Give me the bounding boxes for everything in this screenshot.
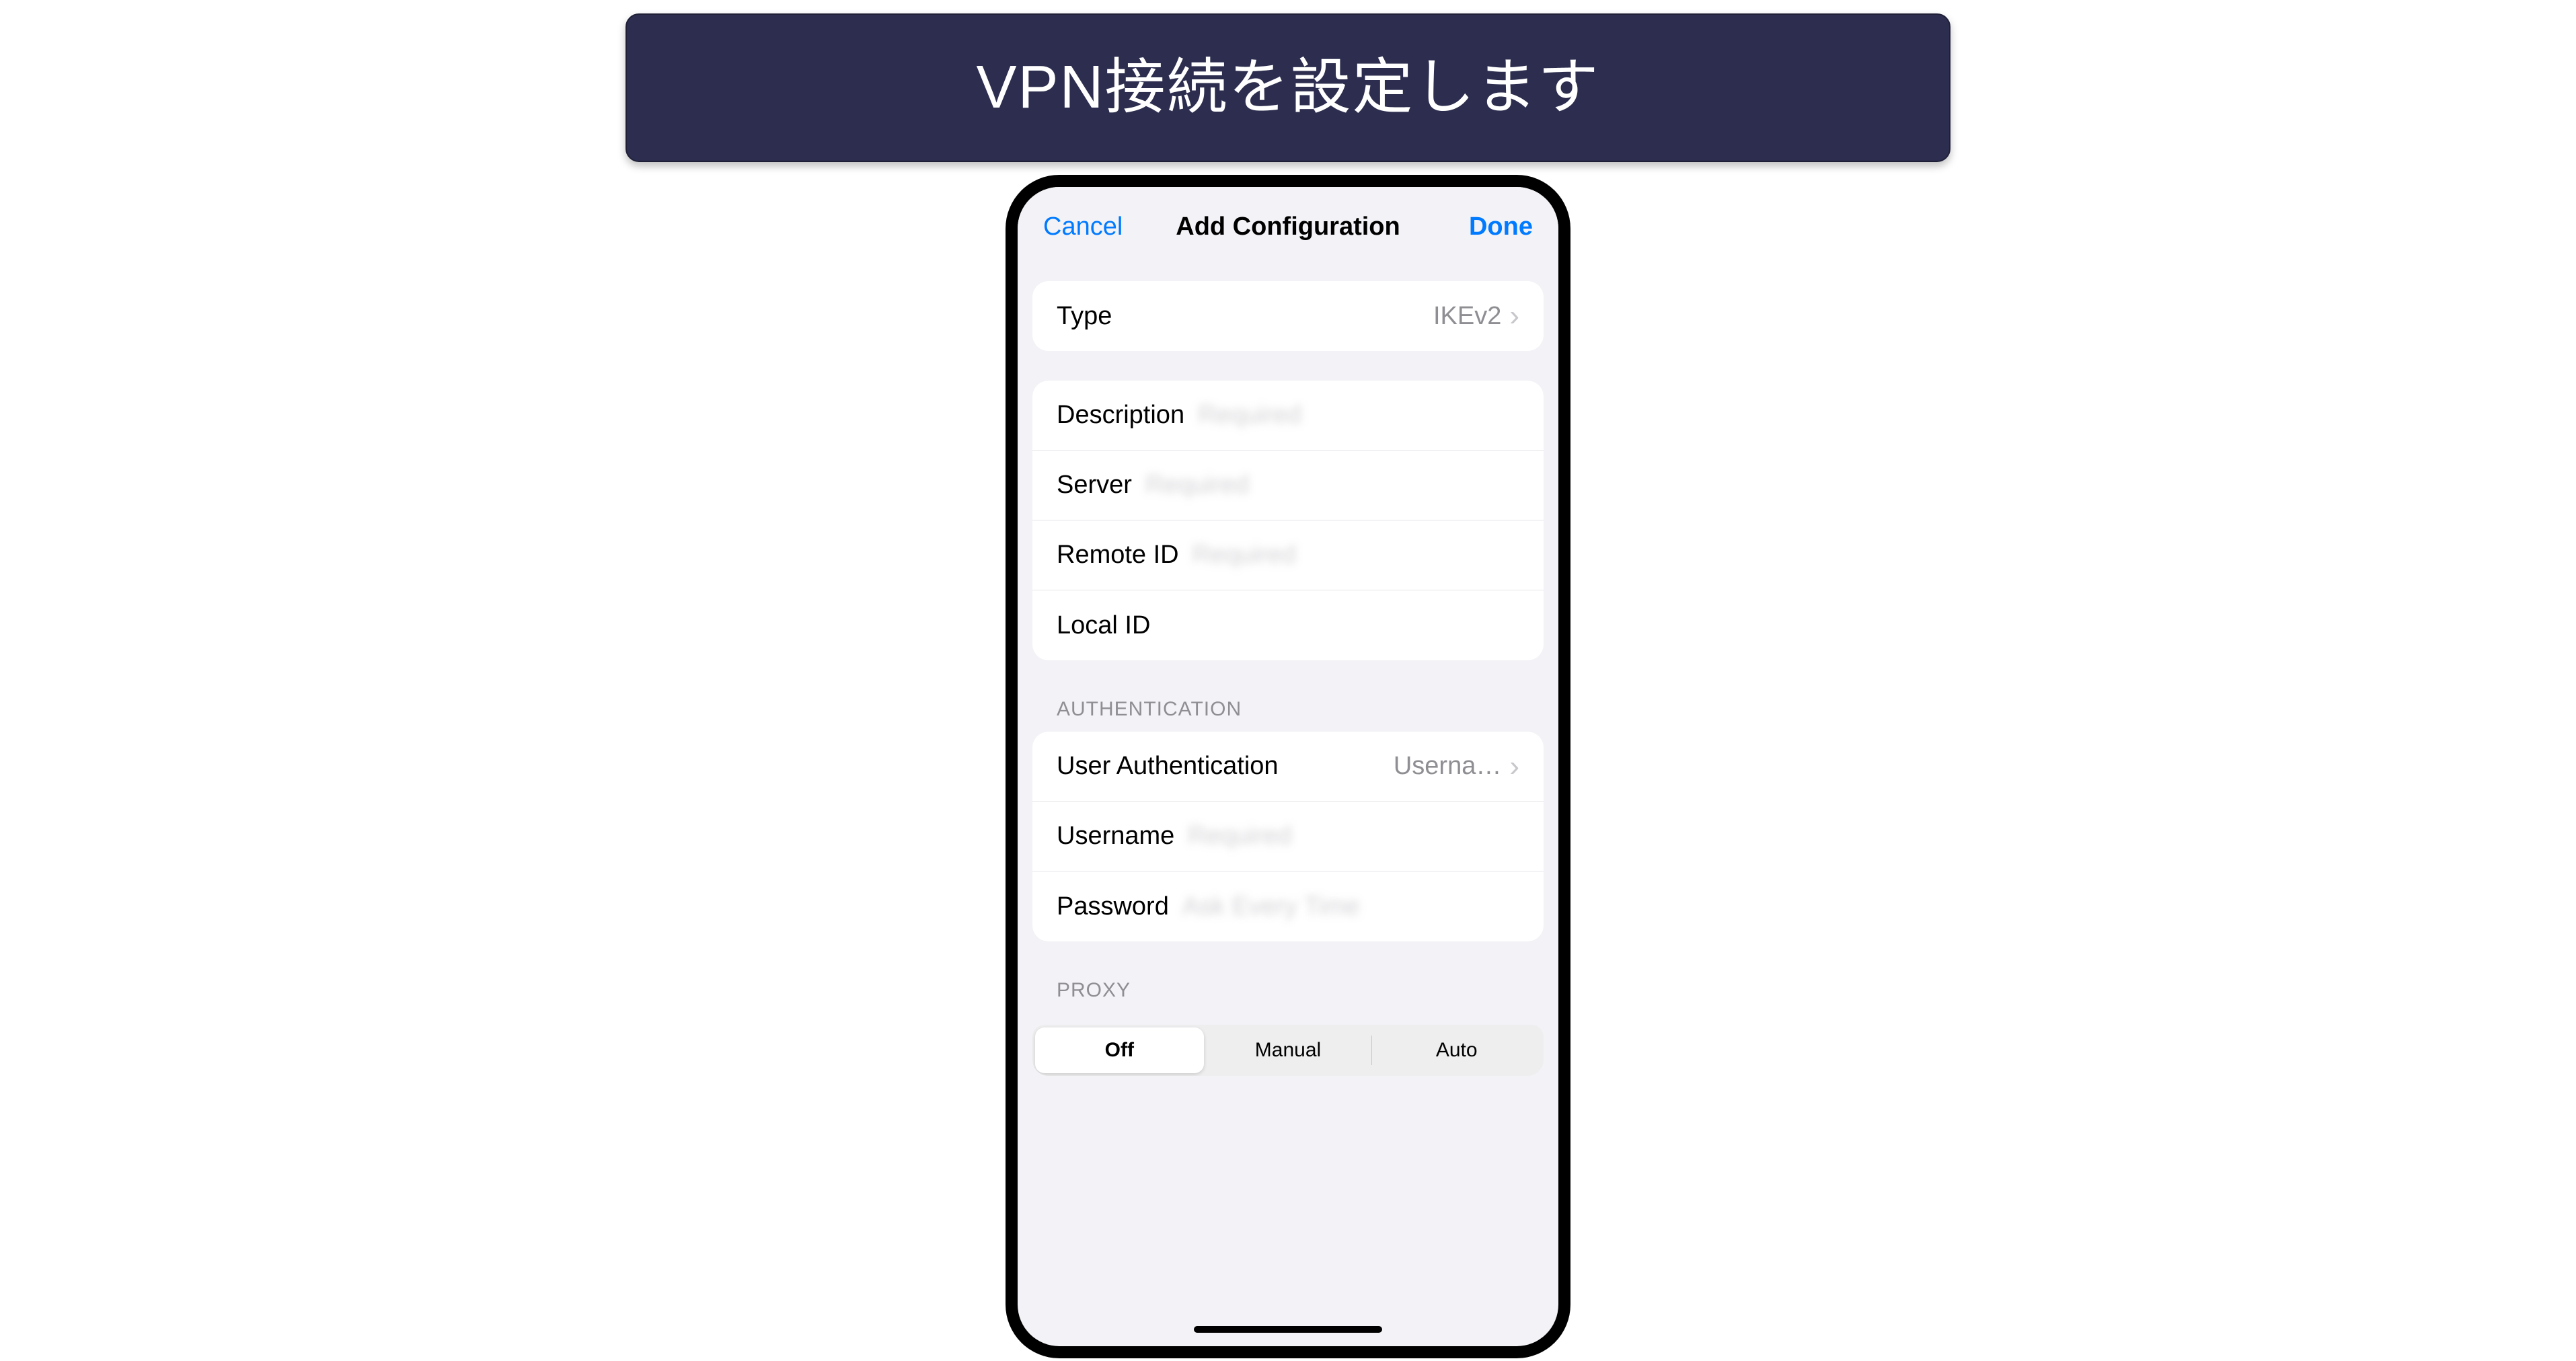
username-label: Username (1057, 822, 1174, 851)
local-id-label: Local ID (1057, 611, 1150, 640)
auth-header: AUTHENTICATION (1057, 698, 1544, 721)
chevron-right-icon: › (1509, 752, 1519, 781)
proxy-off-segment[interactable]: Off (1035, 1027, 1204, 1073)
type-row[interactable]: Type IKEv2 › (1032, 281, 1544, 351)
done-button[interactable]: Done (1439, 212, 1533, 241)
username-input[interactable]: Required (1188, 822, 1291, 851)
password-input[interactable]: Ask Every Time (1182, 892, 1360, 921)
local-id-row[interactable]: Local ID (1032, 590, 1544, 660)
user-auth-row[interactable]: User Authentication Userna… › (1032, 732, 1544, 802)
auth-group: User Authentication Userna… › Username R… (1032, 732, 1544, 941)
description-label: Description (1057, 401, 1184, 430)
type-label: Type (1057, 302, 1112, 331)
phone-frame: Cancel Add Configuration Done Type IKEv2… (1006, 175, 1570, 1358)
description-row[interactable]: Description Required (1032, 381, 1544, 451)
type-value: IKEv2 (1433, 302, 1501, 331)
nav-title: Add Configuration (1176, 212, 1400, 241)
home-indicator[interactable] (1194, 1326, 1382, 1333)
cancel-button[interactable]: Cancel (1043, 212, 1137, 241)
user-auth-label: User Authentication (1057, 752, 1279, 781)
proxy-segmented[interactable]: Off Manual Auto (1032, 1025, 1544, 1076)
remote-id-row[interactable]: Remote ID Required (1032, 520, 1544, 590)
server-row[interactable]: Server Required (1032, 451, 1544, 520)
description-input[interactable]: Required (1198, 401, 1301, 430)
remote-id-label: Remote ID (1057, 541, 1179, 570)
phone-screen: Cancel Add Configuration Done Type IKEv2… (1018, 187, 1558, 1346)
server-input[interactable]: Required (1145, 471, 1249, 500)
banner-title: VPN接続を設定します (626, 13, 1950, 162)
proxy-manual-segment[interactable]: Manual (1204, 1027, 1373, 1073)
password-label: Password (1057, 892, 1169, 921)
connection-group: Description Required Server Required Rem… (1032, 381, 1544, 660)
user-auth-value: Userna… (1394, 752, 1502, 781)
server-label: Server (1057, 471, 1132, 500)
proxy-group: Off Manual Auto (1032, 1013, 1544, 1076)
navbar: Cancel Add Configuration Done (1018, 187, 1558, 266)
type-group: Type IKEv2 › (1032, 281, 1544, 351)
proxy-auto-segment[interactable]: Auto (1372, 1027, 1541, 1073)
chevron-right-icon: › (1509, 301, 1519, 331)
username-row[interactable]: Username Required (1032, 802, 1544, 871)
remote-id-input[interactable]: Required (1192, 541, 1296, 570)
password-row[interactable]: Password Ask Every Time (1032, 871, 1544, 941)
proxy-header: PROXY (1057, 979, 1544, 1002)
